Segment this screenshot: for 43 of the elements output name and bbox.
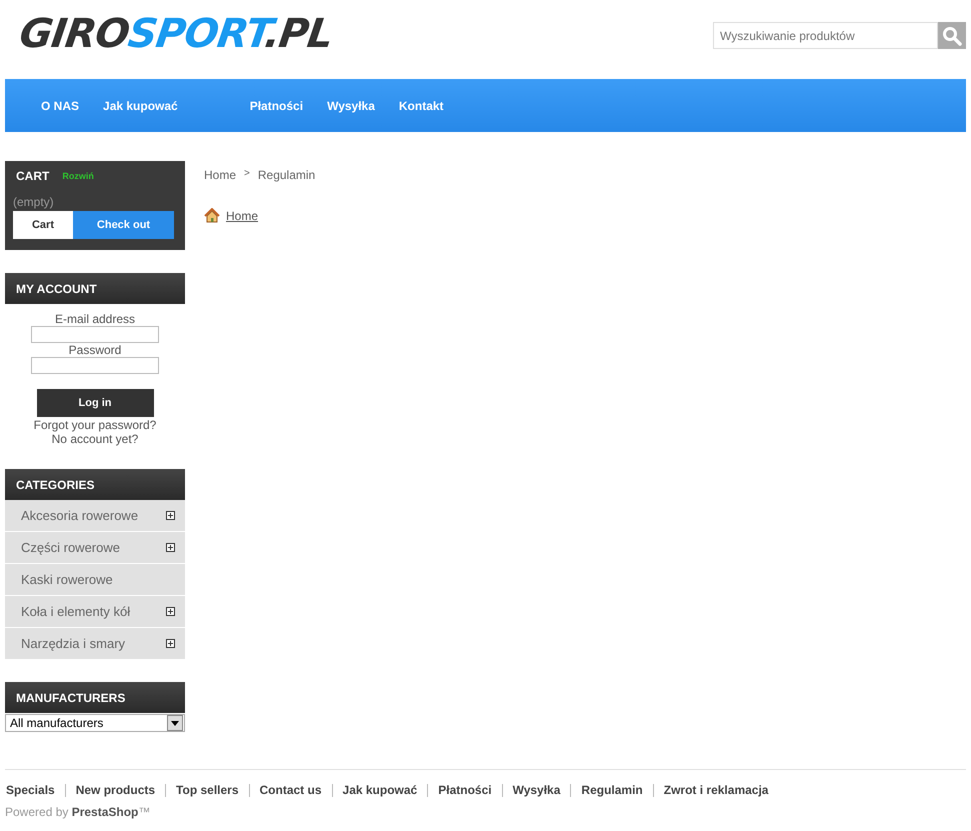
search-field[interactable]: Wyszukiwanie produktów bbox=[713, 22, 938, 49]
expand-link[interactable]: Rozwiń bbox=[62, 171, 94, 181]
expand-icon[interactable] bbox=[166, 543, 175, 552]
footer-link[interactable]: Zwrot i reklamacja bbox=[652, 784, 778, 797]
login-button[interactable]: Log in bbox=[36, 389, 154, 417]
account-link[interactable]: No account yet? bbox=[52, 432, 138, 446]
password-field[interactable] bbox=[31, 357, 159, 374]
footer-link[interactable]: Płatności bbox=[427, 784, 502, 797]
cart-title: CART bbox=[16, 169, 50, 183]
category-item[interactable]: Narzędzia i smary bbox=[5, 628, 185, 659]
footer-link[interactable]: Top sellers bbox=[165, 784, 249, 797]
footer-link[interactable]: Regulamin bbox=[570, 784, 653, 797]
manufacturers-title: MANUFACTURERS bbox=[16, 690, 126, 704]
site-logo[interactable]: GIROSPORT.PL bbox=[16, 12, 336, 56]
category-item[interactable]: Części rowerowe bbox=[5, 532, 185, 563]
category-item[interactable]: Akcesoria rowerowe bbox=[5, 500, 185, 531]
footer-link[interactable]: Jak kupować bbox=[332, 784, 428, 797]
account-link[interactable]: Forgot your password? bbox=[34, 418, 156, 432]
expand-icon[interactable] bbox=[166, 511, 175, 520]
password-label: Password bbox=[68, 343, 122, 357]
house-icon bbox=[204, 208, 220, 223]
email-label: E-mail address bbox=[54, 312, 136, 326]
breadcrumb-current: Regulamin bbox=[258, 168, 316, 182]
footer-link[interactable]: New products bbox=[64, 784, 166, 797]
category-item[interactable]: Kaski rowerowe bbox=[5, 564, 185, 595]
breadcrumb-link[interactable]: Home bbox=[204, 168, 236, 182]
categories-title: CATEGORIES bbox=[16, 478, 94, 492]
expand-icon[interactable] bbox=[166, 607, 175, 616]
cart-status: (empty) bbox=[13, 195, 55, 209]
footer-link[interactable]: Wysyłka bbox=[502, 784, 570, 797]
breadcrumb-separator: > bbox=[244, 168, 250, 181]
cart-button[interactable]: Cart bbox=[13, 211, 73, 239]
email-field[interactable] bbox=[31, 326, 159, 343]
powered-by-text: Powered by PrestaShop™ bbox=[5, 805, 152, 819]
account-title: MY ACCOUNT bbox=[16, 282, 97, 296]
footer-link[interactable]: Contact us bbox=[248, 784, 332, 797]
category-item[interactable]: Koła i elementy kół bbox=[5, 596, 185, 627]
footer-link[interactable]: Specials bbox=[5, 784, 65, 797]
manufacturer-dropdown[interactable]: All manufacturers bbox=[5, 714, 185, 732]
dropdown-arrow-icon bbox=[171, 720, 179, 726]
expand-icon[interactable] bbox=[166, 639, 175, 648]
home-link[interactable]: Home bbox=[226, 208, 258, 222]
search-icon bbox=[942, 26, 962, 46]
